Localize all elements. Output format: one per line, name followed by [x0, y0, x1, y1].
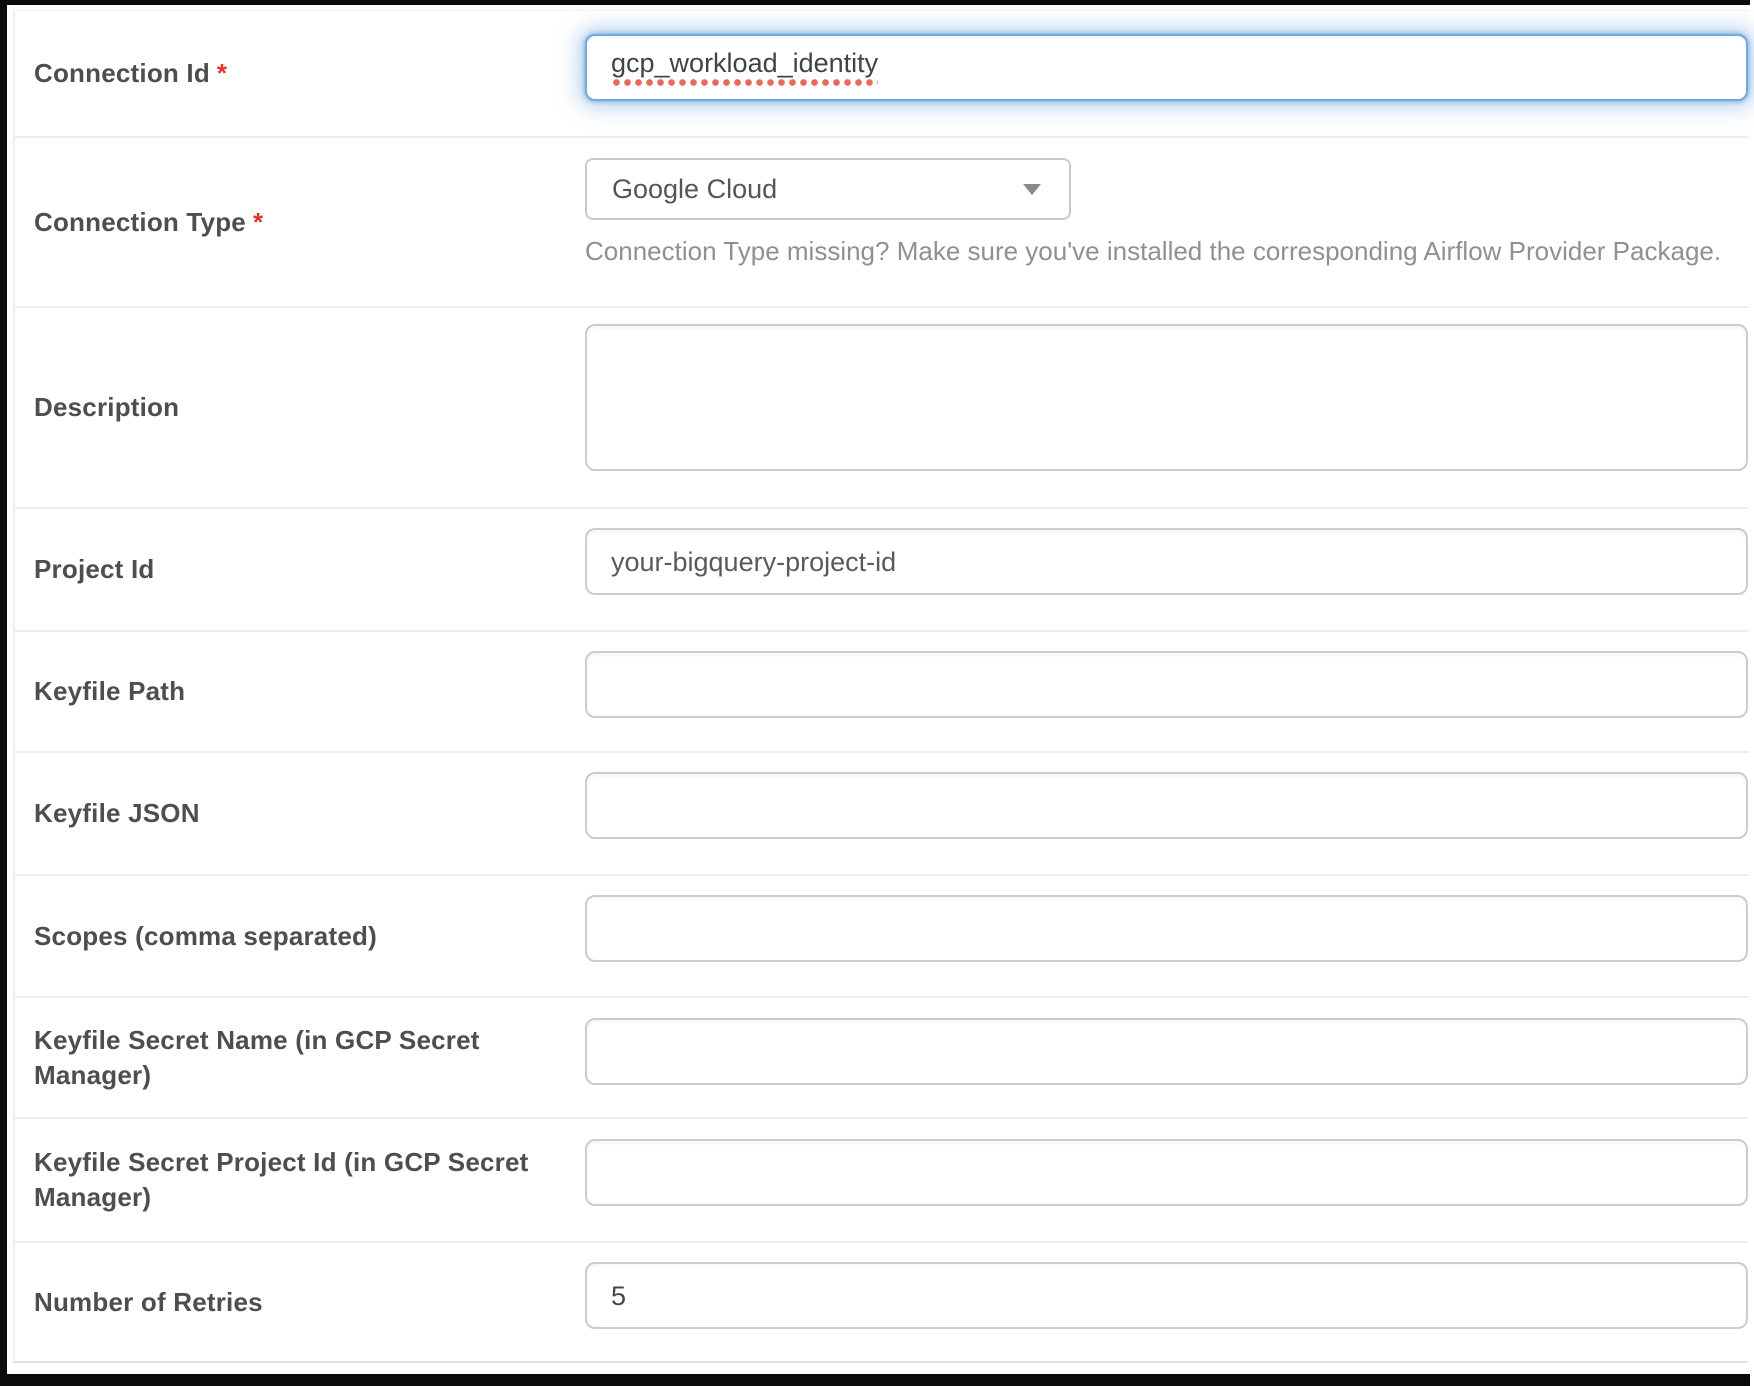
connection-id-label: Connection Id*: [34, 56, 227, 91]
row-connection-type: Connection Type* Google Cloud Connection…: [15, 136, 1748, 306]
chevron-down-icon: [1023, 184, 1041, 195]
row-project-id: Project Id your-bigquery-project-id: [15, 507, 1748, 630]
scopes-input[interactable]: [585, 895, 1748, 962]
scopes-label: Scopes (comma separated): [34, 919, 377, 954]
keyfile-path-label: Keyfile Path: [34, 674, 185, 709]
keyfile-secret-project-id-input[interactable]: [585, 1139, 1748, 1206]
frame-border-left: [0, 0, 7, 1386]
keyfile-secret-name-label: Keyfile Secret Name (in GCP Secret Manag…: [34, 1023, 480, 1093]
row-connection-id: Connection Id* gcp_workload_identity: [15, 11, 1748, 136]
project-id-input[interactable]: your-bigquery-project-id: [585, 528, 1748, 595]
connection-id-label-text: Connection Id: [34, 58, 210, 88]
keyfile-secret-name-input[interactable]: [585, 1018, 1748, 1085]
number-of-retries-value: 5: [611, 1281, 626, 1311]
number-of-retries-label: Number of Retries: [34, 1285, 263, 1320]
row-keyfile-json: Keyfile JSON: [15, 751, 1748, 874]
row-keyfile-path: Keyfile Path: [15, 630, 1748, 751]
required-asterisk: *: [253, 207, 263, 237]
connection-type-label-text: Connection Type: [34, 207, 246, 237]
row-keyfile-secret-project-id: Keyfile Secret Project Id (in GCP Secret…: [15, 1117, 1748, 1241]
row-keyfile-secret-name: Keyfile Secret Name (in GCP Secret Manag…: [15, 996, 1748, 1117]
row-scopes: Scopes (comma separated): [15, 874, 1748, 996]
connection-form: Connection Id* gcp_workload_identity Con…: [13, 10, 1748, 1363]
connection-type-selected-value: Google Cloud: [612, 174, 777, 205]
required-asterisk: *: [217, 58, 227, 88]
keyfile-secret-project-id-label: Keyfile Secret Project Id (in GCP Secret…: [34, 1145, 528, 1215]
frame-border-top: [0, 0, 1750, 5]
number-of-retries-input[interactable]: 5: [585, 1262, 1748, 1329]
frame-border-bottom: [0, 1374, 1750, 1386]
description-textarea[interactable]: [585, 324, 1748, 471]
project-id-label: Project Id: [34, 552, 154, 587]
keyfile-path-input[interactable]: [585, 651, 1748, 718]
row-number-of-retries: Number of Retries 5: [15, 1241, 1748, 1362]
connection-id-value: gcp_workload_identity: [611, 48, 878, 87]
row-description: Description: [15, 306, 1748, 507]
connection-type-helper-text: Connection Type missing? Make sure you'v…: [585, 235, 1748, 267]
connection-id-input[interactable]: gcp_workload_identity: [585, 34, 1748, 101]
keyfile-json-label: Keyfile JSON: [34, 796, 200, 831]
project-id-value: your-bigquery-project-id: [611, 547, 896, 577]
connection-type-label: Connection Type*: [34, 205, 263, 240]
description-label: Description: [34, 390, 179, 425]
keyfile-json-input[interactable]: [585, 772, 1748, 839]
connection-type-select[interactable]: Google Cloud: [585, 158, 1071, 220]
connection-edit-form-screenshot: Connection Id* gcp_workload_identity Con…: [0, 0, 1754, 1386]
